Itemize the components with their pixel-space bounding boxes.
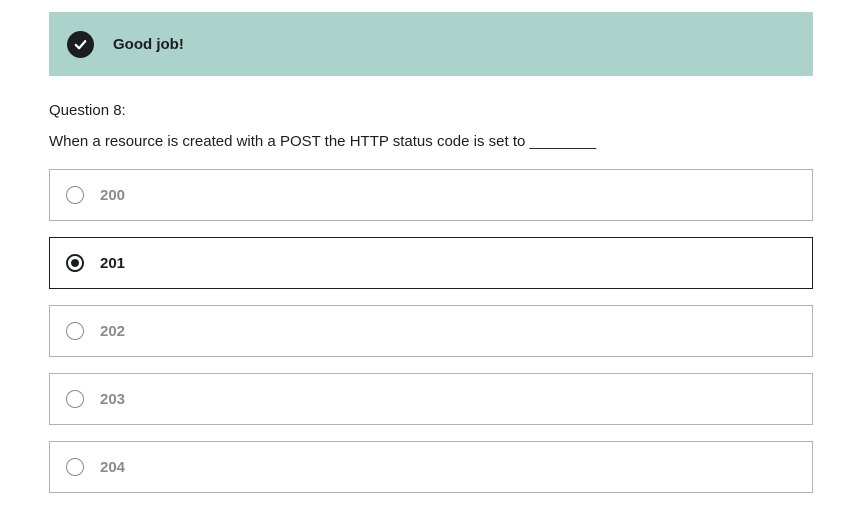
radio-button[interactable] (66, 186, 84, 204)
question-number: Question 8: (49, 102, 126, 119)
answer-option-204[interactable]: 204 (49, 441, 813, 493)
answer-label: 201 (100, 254, 126, 272)
answer-label: 200 (100, 186, 126, 204)
quiz-page: Good job! Question 8: When a resource is… (0, 0, 859, 518)
radio-selected-dot (71, 259, 79, 267)
answer-label: 204 (100, 458, 126, 476)
answer-option-201[interactable]: 201 (49, 237, 813, 289)
check-icon (67, 30, 94, 58)
feedback-banner: Good job! (49, 12, 813, 76)
radio-button[interactable] (66, 322, 84, 340)
answer-options: 200 201 202 203 204 (49, 169, 813, 509)
answer-label: 202 (100, 322, 126, 340)
radio-button[interactable] (66, 390, 84, 408)
answer-option-202[interactable]: 202 (49, 305, 813, 357)
answer-option-203[interactable]: 203 (49, 373, 813, 425)
radio-button[interactable] (66, 458, 84, 476)
answer-option-200[interactable]: 200 (49, 169, 813, 221)
question-text: When a resource is created with a POST t… (49, 133, 597, 150)
radio-button[interactable] (66, 254, 84, 272)
feedback-message: Good job! (113, 35, 184, 53)
answer-label: 203 (100, 390, 126, 408)
